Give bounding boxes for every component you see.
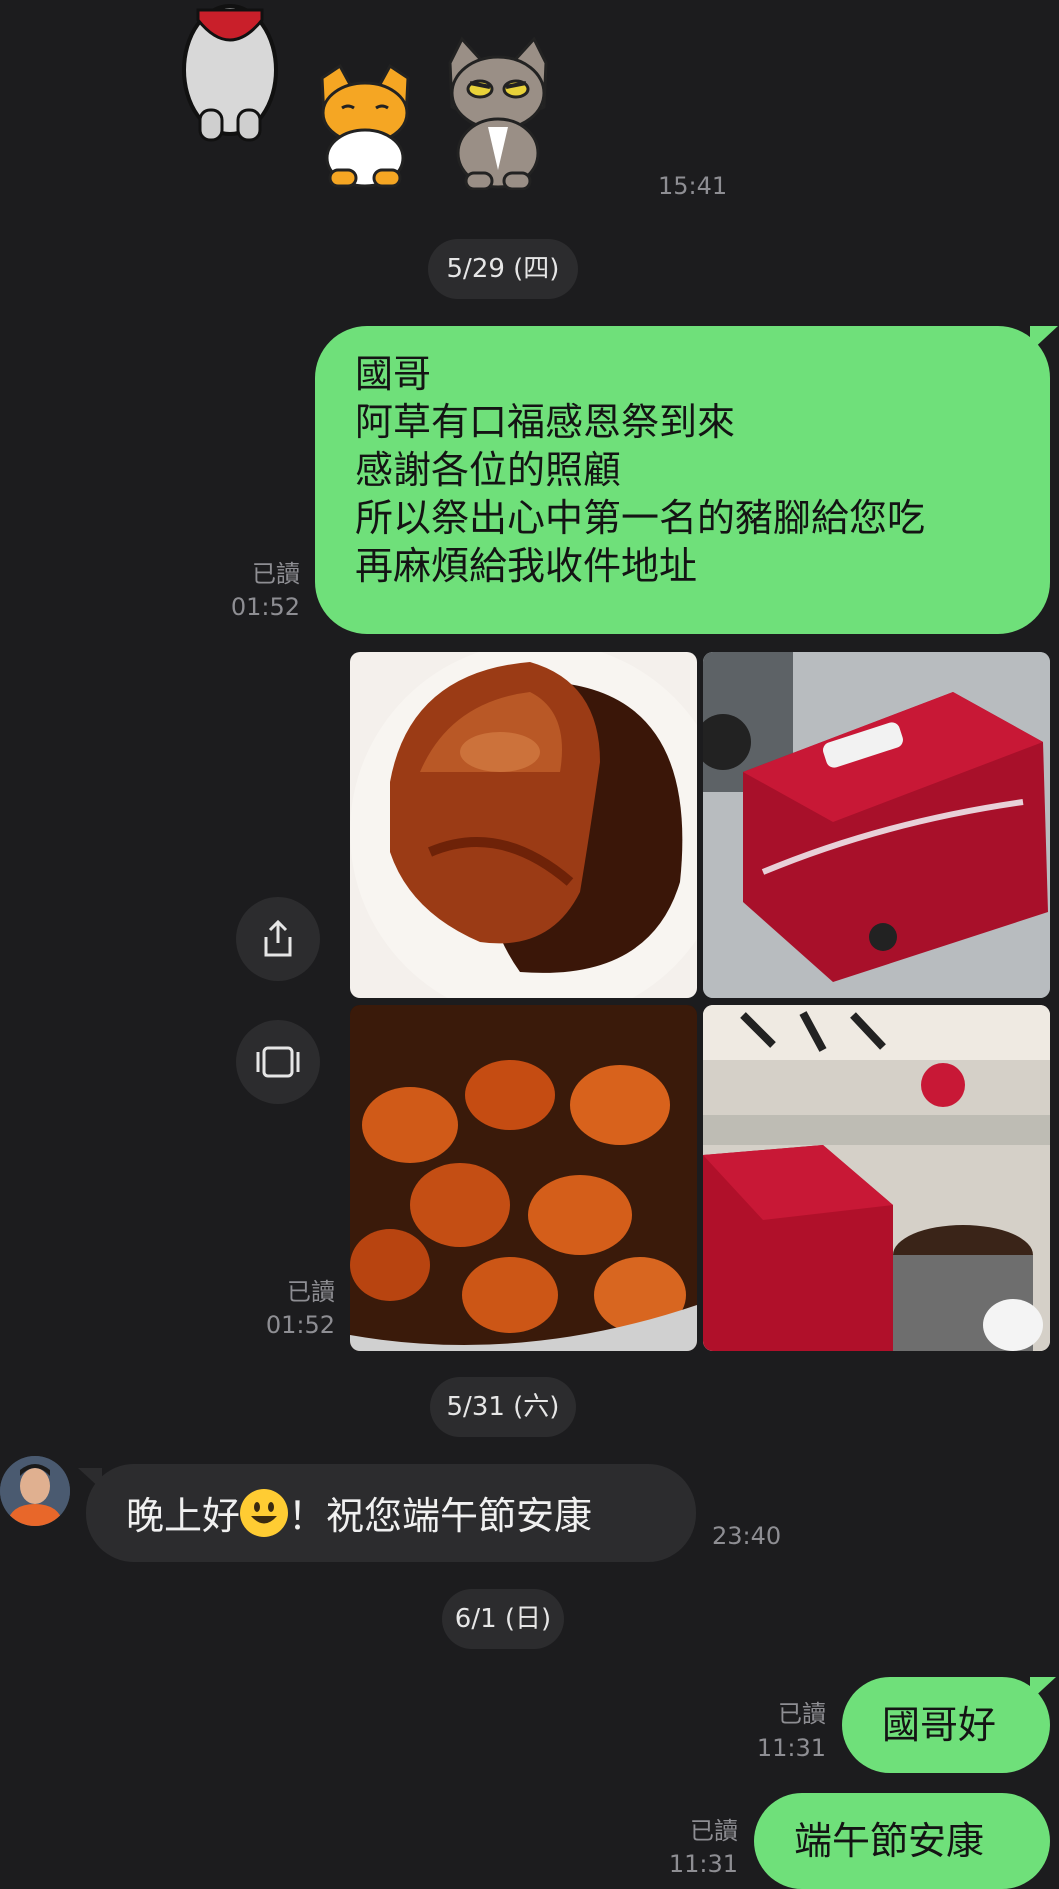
outgoing-message-bubble[interactable]: 國哥 阿草有口福感恩祭到來 感謝各位的照顧 所以祭出心中第一名的豬腳給您吃 再麻…: [315, 326, 1050, 634]
pot-of-pork-knuckles-photo[interactable]: [350, 1005, 697, 1351]
read-receipt: 已讀: [778, 1700, 826, 1728]
expand-button[interactable]: [236, 1020, 320, 1104]
message-line: 所以祭出心中第一名的豬腳給您吃: [355, 496, 926, 540]
outgoing-message-bubble[interactable]: 端午節安康: [754, 1793, 1050, 1889]
read-receipt: 已讀: [287, 1278, 335, 1306]
gray-cat-sticker[interactable]: [440, 35, 555, 191]
read-receipt: 已讀: [690, 1817, 738, 1845]
bubble-tail: [1030, 1677, 1056, 1701]
message-text: 端午節安康: [794, 1819, 985, 1863]
read-receipt: 已讀: [252, 560, 300, 588]
incoming-message-bubble[interactable]: 晚上好 ！祝您端午節安康: [86, 1464, 696, 1562]
message-time: 01:52: [230, 593, 300, 621]
sticker-time: 15:41: [658, 172, 728, 200]
message-time: 11:31: [756, 1734, 826, 1762]
message-time: 01:52: [265, 1311, 335, 1339]
date-separator: 5/29 (四): [428, 239, 578, 299]
message-text: 國哥好: [882, 1703, 997, 1747]
orange-cat-sticker[interactable]: [310, 58, 420, 188]
braised-pork-knuckle-photo[interactable]: [350, 652, 697, 998]
message-line: 阿草有口福感恩祭到來: [355, 400, 736, 444]
share-icon: [264, 919, 292, 957]
message-time: 23:40: [712, 1522, 782, 1550]
message-text: 晚上好: [126, 1494, 241, 1538]
gift-box-in-shop-photo[interactable]: [703, 1005, 1050, 1351]
avatar[interactable]: [0, 1456, 70, 1526]
smiling-face-emoji: [240, 1489, 289, 1537]
date-separator: 6/1 (日): [442, 1589, 564, 1649]
message-text: ！祝您端午節安康: [288, 1494, 593, 1538]
outgoing-message-bubble[interactable]: 國哥好: [842, 1677, 1050, 1773]
bubble-tail: [1030, 326, 1058, 352]
bubble-tail: [78, 1468, 102, 1490]
red-gift-box-photo[interactable]: [703, 652, 1050, 998]
share-button[interactable]: [236, 897, 320, 981]
date-separator: 5/31 (六): [430, 1377, 576, 1437]
message-line: 國哥: [355, 352, 432, 396]
message-line: 再麻煩給我收件地址: [355, 544, 698, 588]
rabbit-sticker[interactable]: [170, 0, 290, 145]
message-line: 感謝各位的照顧: [355, 448, 622, 492]
message-time: 11:31: [668, 1850, 738, 1878]
expand-icon: [256, 1046, 300, 1078]
